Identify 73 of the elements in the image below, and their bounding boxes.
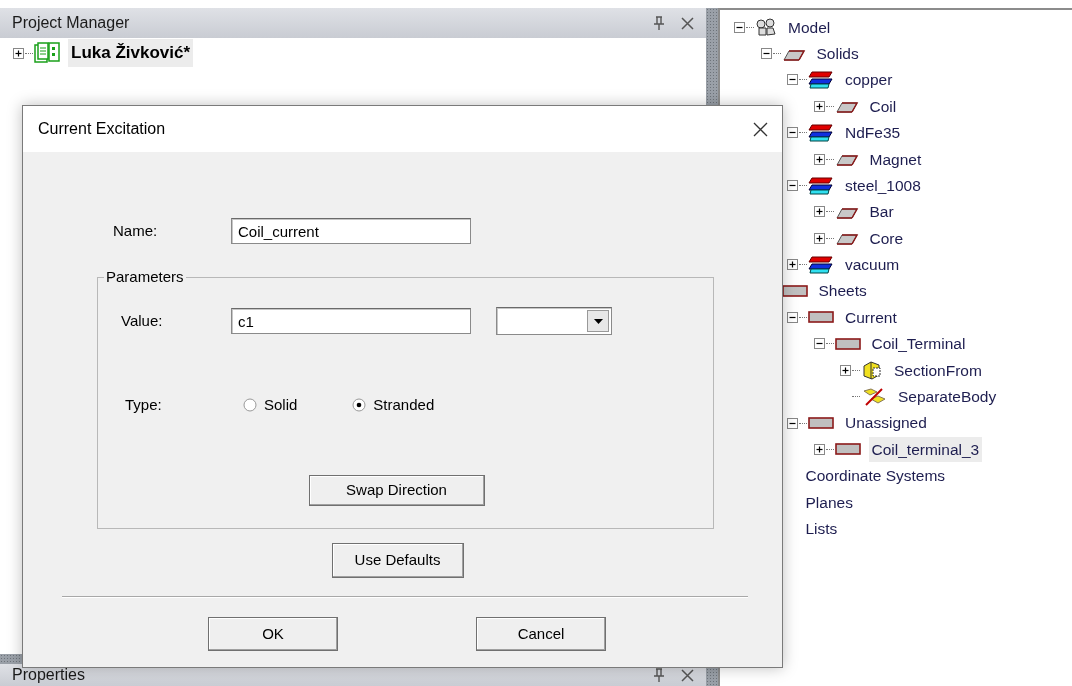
close-icon[interactable]	[753, 121, 768, 137]
expand-toggle[interactable]	[787, 259, 798, 271]
tree-item[interactable]: Lists	[802, 516, 841, 542]
tree-item[interactable]: Planes	[802, 489, 856, 515]
tree-item[interactable]: Coordinate Systems	[802, 463, 949, 489]
layers-icon	[808, 175, 834, 196]
tree-item[interactable]: Core	[866, 225, 907, 251]
layers-icon	[808, 69, 834, 90]
tree-item[interactable]: Coil_Terminal	[868, 331, 969, 357]
field-label: Type:	[125, 395, 163, 415]
sheet-icon	[808, 417, 834, 430]
text-field[interactable]: Coil_current	[231, 218, 471, 244]
tree-item[interactable]: copper	[842, 67, 896, 93]
tree-item[interactable]: Magnet	[866, 146, 925, 172]
text-field[interactable]: c1	[231, 308, 471, 334]
pin-icon[interactable]	[653, 16, 665, 30]
radio-label: Stranded	[373, 395, 435, 415]
close-icon[interactable]	[681, 16, 694, 30]
pin-icon[interactable]	[653, 668, 665, 682]
collapse-toggle[interactable]	[813, 338, 825, 350]
collapse-toggle[interactable]	[760, 48, 772, 60]
tree-item[interactable]: Coil_terminal_3	[868, 436, 983, 463]
collapse-toggle[interactable]	[787, 312, 798, 323]
unit-dropdown[interactable]	[496, 307, 612, 335]
parts-icon	[755, 17, 777, 38]
dialog-button[interactable]: OK	[208, 617, 338, 651]
sheet-icon	[834, 443, 861, 456]
swap-direction-button[interactable]: Swap Direction	[308, 474, 485, 506]
expand-toggle[interactable]	[813, 100, 825, 112]
caret-icon	[593, 318, 603, 324]
tree-item[interactable]: vacuum	[842, 252, 903, 278]
expand-toggle[interactable]	[813, 206, 825, 218]
tree-item[interactable]: NdFe35	[842, 120, 904, 146]
field-label: Value:	[121, 310, 164, 331]
expand-toggle[interactable]	[813, 153, 825, 165]
tree-item[interactable]: Model	[785, 14, 834, 40]
expand-toggle[interactable]	[813, 443, 825, 455]
expand-toggle[interactable]	[840, 364, 851, 376]
use-defaults-button[interactable]: Use Defaults	[331, 543, 464, 578]
layers-icon	[808, 122, 834, 143]
tree-item[interactable]: Sheets	[815, 278, 870, 304]
radio-button[interactable]	[243, 398, 257, 413]
tree-item[interactable]: steel_1008	[842, 172, 924, 199]
collapse-toggle[interactable]	[734, 21, 745, 33]
collapse-toggle[interactable]	[787, 417, 798, 429]
panel-title: Project Manager	[12, 13, 131, 33]
sheet-icon	[808, 311, 834, 324]
dialog-button[interactable]: Cancel	[476, 617, 606, 651]
tree-item[interactable]: Solids	[813, 40, 862, 67]
tree-item[interactable]: Unassigned	[842, 410, 930, 436]
tree-item[interactable]: Bar	[866, 199, 897, 225]
tree-item[interactable]: Coil	[866, 93, 900, 119]
panel-title: Properties	[12, 665, 86, 685]
cube-icon	[861, 360, 883, 381]
collapse-toggle[interactable]	[787, 74, 798, 86]
tree-item[interactable]: Current	[842, 304, 900, 331]
tree-item[interactable]: SectionFrom	[891, 357, 985, 383]
collapse-toggle[interactable]	[787, 180, 798, 192]
expand-toggle[interactable]	[13, 47, 24, 59]
collapse-toggle[interactable]	[787, 127, 798, 139]
project-icon	[34, 42, 60, 64]
sheet-icon	[781, 285, 808, 298]
tree-item[interactable]: Luka Živković*	[68, 39, 194, 67]
radio-button[interactable]	[352, 398, 367, 413]
sheet-icon	[834, 337, 861, 350]
field-label: Name:	[113, 220, 159, 241]
split-shapes-icon	[861, 386, 887, 407]
tree-item[interactable]: SeparateBody	[895, 384, 1000, 410]
radio-label: Solid	[264, 395, 298, 415]
expand-toggle[interactable]	[813, 232, 825, 244]
close-icon[interactable]	[681, 668, 694, 682]
layers-icon	[808, 254, 834, 275]
dialog-title: Current Excitation	[38, 119, 167, 139]
